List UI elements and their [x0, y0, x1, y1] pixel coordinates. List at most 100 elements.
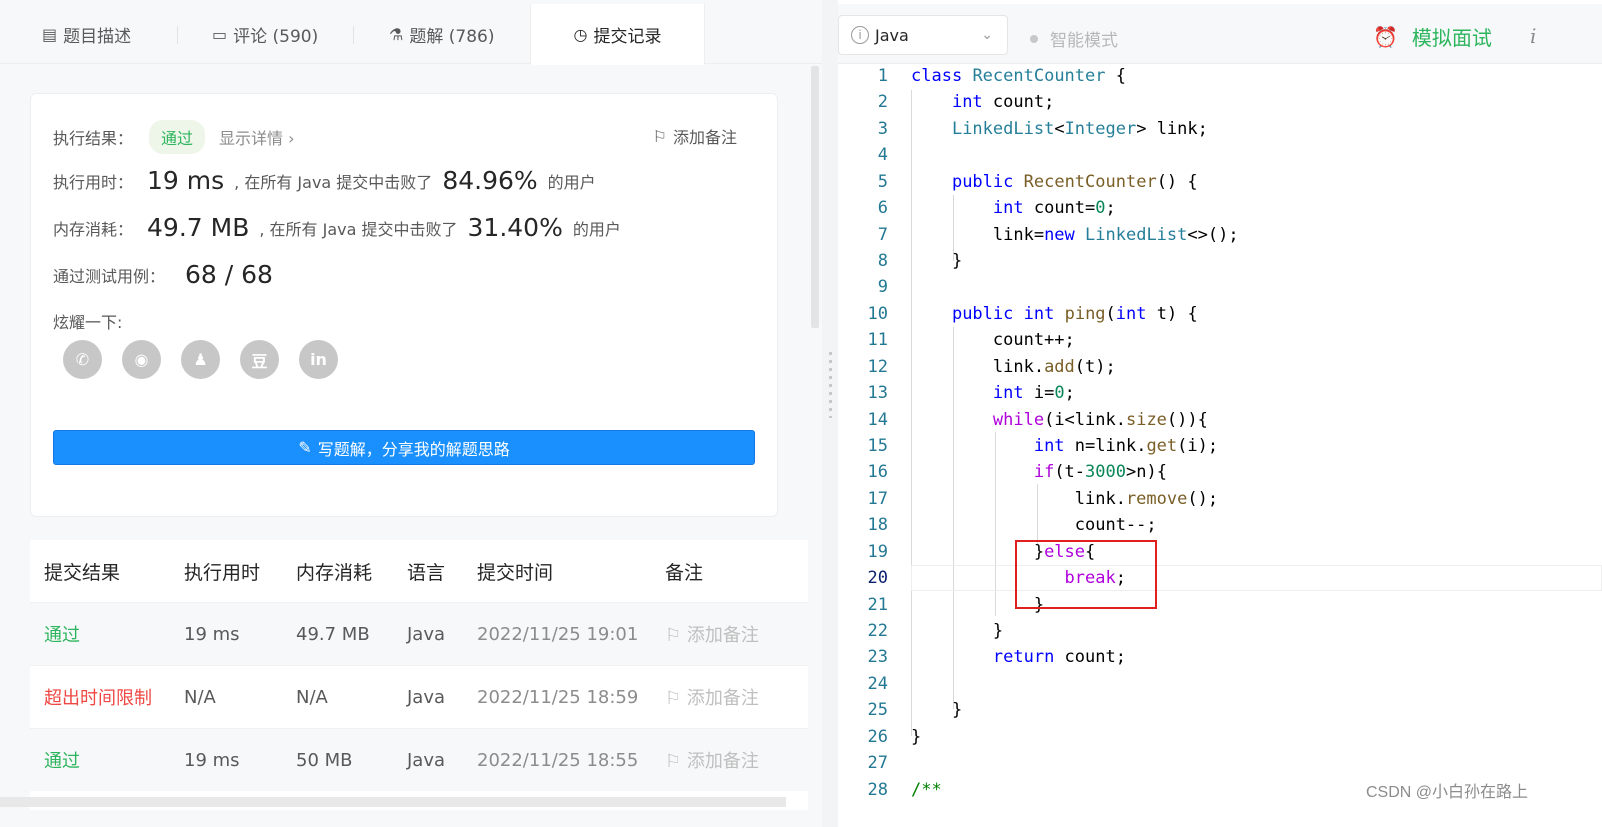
flask-icon: ⚗ [389, 24, 404, 44]
code-line: link.remove(); [911, 489, 1219, 509]
submission-memory: N/A [296, 686, 328, 708]
write-solution-button[interactable]: ✎ 写题解，分享我的解题思路 [53, 430, 755, 465]
tab-submissions[interactable]: ◷ 提交记录 [530, 4, 705, 65]
code-line: link.add(t); [911, 357, 1116, 377]
col-header-memory: 内存消耗 [296, 561, 373, 584]
pencil-icon: ✎ [298, 438, 312, 457]
mock-interview-button[interactable]: ⏰ 模拟面试 [1373, 22, 1492, 51]
code-line: link=new LinkedList<>(); [911, 225, 1239, 245]
code-editor[interactable]: 1 class RecentCounter { 2 int count; 3 L… [838, 64, 1602, 827]
line-number: 14 [867, 410, 888, 430]
tab-solutions[interactable]: ⚗ 题解 (786) [389, 4, 494, 64]
add-note-button[interactable]: ⚐ 添加备注 [665, 684, 805, 710]
line-number: 1 [877, 66, 888, 86]
smart-mode-toggle[interactable]: 智能模式 [1030, 26, 1118, 51]
flag-icon: ⚐ [652, 126, 667, 146]
runtime-row: 执行用时： 19 ms , 在所有 Java 提交中击败了 84.96% 的用户 [53, 166, 596, 195]
add-note-label: 添加备注 [672, 128, 737, 147]
line-number: 25 [867, 700, 888, 720]
submission-time: 2022/11/25 18:59 [477, 686, 639, 708]
left-panel: ▤ 题目描述 ▭ 评论 (590) ⚗ 题解 (786) ◷ 提交记录 执行结果… [0, 0, 822, 827]
runtime-percent: 84.96% [442, 166, 538, 195]
col-header-runtime: 执行用时 [184, 561, 261, 584]
submission-language: Java [407, 686, 446, 708]
submission-language: Java [407, 749, 446, 771]
code-line: } [911, 621, 1004, 641]
qq-icon[interactable]: ♟ [181, 340, 220, 379]
submission-result[interactable]: 通过 [30, 747, 184, 773]
alarm-clock-icon: ⏰ [1373, 24, 1398, 49]
app-root: ▤ 题目描述 ▭ 评论 (590) ⚗ 题解 (786) ◷ 提交记录 执行结果… [0, 0, 1602, 827]
memory-desc: , 在所有 Java 提交中击败了 [259, 219, 458, 239]
share-label: 炫耀一下: [53, 313, 123, 332]
submission-time: 2022/11/25 18:55 [477, 749, 639, 771]
tab-comments[interactable]: ▭ 评论 (590) [212, 4, 318, 64]
line-number: 19 [867, 542, 888, 562]
tab-separator [353, 26, 354, 44]
line-number: 22 [867, 621, 888, 641]
result-label: 执行结果： [53, 129, 134, 148]
code-line: public int ping(int t) { [951, 304, 1198, 324]
submission-result[interactable]: 超出时间限制 [30, 684, 184, 710]
tab-label: 题解 (786) [409, 26, 495, 47]
linkedin-icon[interactable]: in [299, 340, 338, 379]
col-header-time: 提交时间 [477, 561, 554, 584]
memory-value: 49.7 MB [147, 213, 250, 242]
col-header-language: 语言 [407, 561, 446, 584]
tab-description[interactable]: ▤ 题目描述 [42, 4, 131, 64]
comment-icon: ▭ [212, 24, 228, 44]
table-row[interactable]: 超出时间限制 N/A N/A Java 2022/11/25 18:59 ⚐ 添… [30, 665, 808, 728]
share-row: 炫耀一下: [53, 309, 122, 333]
result-row: 执行结果： 通过 显示详情 › [53, 120, 295, 154]
flag-icon: ⚐ [665, 751, 687, 772]
description-icon: ▤ [42, 24, 58, 44]
horizontal-scrollbar[interactable] [0, 797, 786, 807]
douban-icon[interactable]: 豆 [240, 340, 279, 379]
tab-bar: ▤ 题目描述 ▭ 评论 (590) ⚗ 题解 (786) ◷ 提交记录 [0, 4, 822, 65]
add-note-button[interactable]: ⚐ 添加备注 [653, 124, 737, 148]
add-note-button[interactable]: ⚐ 添加备注 [665, 747, 805, 773]
submission-runtime: 19 ms [184, 623, 240, 645]
line-number: 7 [877, 225, 888, 245]
submission-runtime: 19 ms [184, 749, 240, 771]
submission-list: 提交结果 执行用时 内存消耗 语言 提交时间 备注 通过 19 ms 49.7 … [30, 540, 808, 810]
code-line: if(t-3000>n){ [1033, 462, 1167, 482]
info-icon[interactable]: i [1530, 24, 1536, 48]
code-line: /** [911, 780, 942, 800]
line-number: 15 [867, 436, 888, 456]
tab-label: 评论 (590) [233, 26, 319, 47]
code-line: count++; [911, 330, 1075, 350]
line-number: 16 [867, 462, 888, 482]
drag-handle-icon[interactable] [829, 352, 832, 418]
line-number: 8 [877, 251, 888, 271]
memory-suffix: 的用户 [572, 219, 621, 239]
line-number: 4 [877, 145, 888, 165]
wechat-icon[interactable]: ✆ [63, 340, 102, 379]
add-note-button[interactable]: ⚐ 添加备注 [665, 621, 805, 647]
code-line: while(i<link.size()){ [992, 410, 1208, 430]
line-number: 11 [867, 330, 888, 350]
line-number: 23 [867, 647, 888, 667]
memory-percent: 31.40% [467, 213, 563, 242]
show-details-link[interactable]: 显示详情 › [219, 125, 295, 149]
info-circle-icon: i [851, 26, 869, 44]
tab-label: 题目描述 [63, 26, 132, 47]
weibo-icon[interactable]: ◉ [122, 340, 161, 379]
code-line: int n=link.get(i); [1033, 436, 1219, 456]
submission-memory: 50 MB [296, 749, 353, 771]
line-number: 5 [877, 172, 888, 192]
language-select[interactable]: i Java ⌄ [838, 15, 1008, 55]
table-row[interactable]: 通过 19 ms 49.7 MB Java 2022/11/25 19:01 ⚐… [30, 602, 808, 665]
line-number: 13 [867, 383, 888, 403]
submission-memory: 49.7 MB [296, 623, 370, 645]
clock-icon: ◷ [573, 25, 588, 44]
chevron-down-icon: ⌄ [981, 27, 993, 43]
submission-result[interactable]: 通过 [30, 621, 184, 647]
add-note-label: 添加备注 [686, 751, 759, 772]
table-row[interactable]: 通过 19 ms 50 MB Java 2022/11/25 18:55 ⚐ 添… [30, 728, 808, 791]
vertical-scrollbar[interactable] [811, 66, 819, 328]
write-solution-label: 写题解，分享我的解题思路 [317, 439, 510, 459]
submission-time: 2022/11/25 19:01 [477, 623, 639, 645]
status-badge: 通过 [149, 120, 206, 154]
code-line: return count; [992, 647, 1126, 667]
